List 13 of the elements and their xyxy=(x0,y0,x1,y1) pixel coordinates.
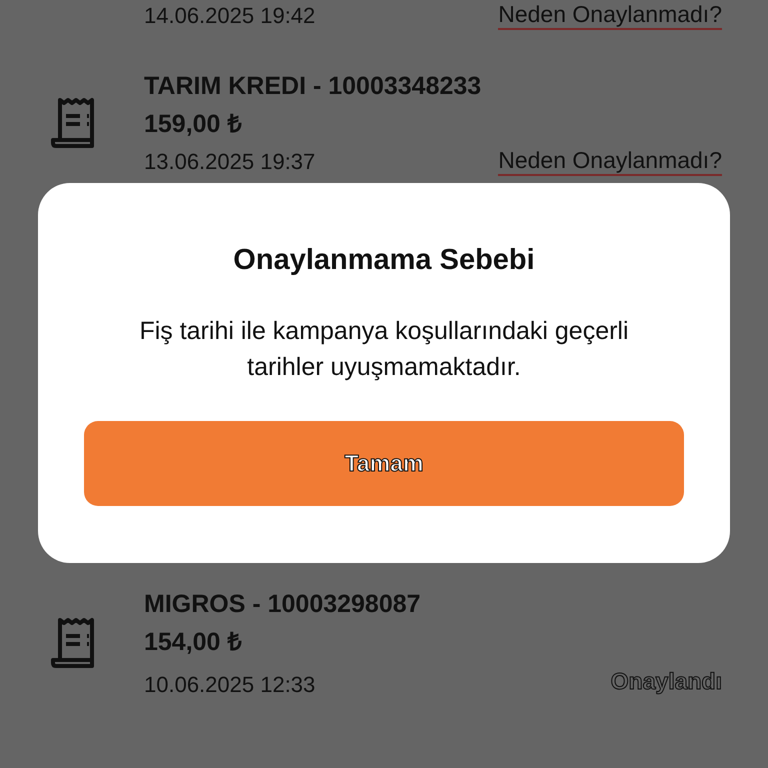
receipt-amount: 154,00 ₺ xyxy=(144,627,242,658)
dialog-title: Onaylanmama Sebebi xyxy=(233,243,535,278)
why-not-approved-link[interactable]: Neden Onaylanmadı? xyxy=(498,0,722,30)
receipt-date: 14.06.2025 19:42 xyxy=(144,2,316,30)
receipt-date: 13.06.2025 19:37 xyxy=(144,148,316,176)
receipt-title: MIGROS - 10003298087 xyxy=(144,589,422,620)
receipt-amount: 159,00 ₺ xyxy=(144,109,242,140)
receipt-date: 10.06.2025 12:33 xyxy=(144,670,316,698)
ok-button[interactable]: Tamam xyxy=(84,420,684,506)
receipt-title: TARIM KREDI - 10003348233 xyxy=(144,71,482,102)
why-not-approved-link[interactable]: Neden Onaylanmadı? xyxy=(498,146,722,176)
approved-status: Onaylandı xyxy=(610,667,722,696)
dialog-message: Fiş tarihi ile kampanya koşullarındaki geçerli tarihler uyuşmamaktadır. xyxy=(138,316,630,382)
